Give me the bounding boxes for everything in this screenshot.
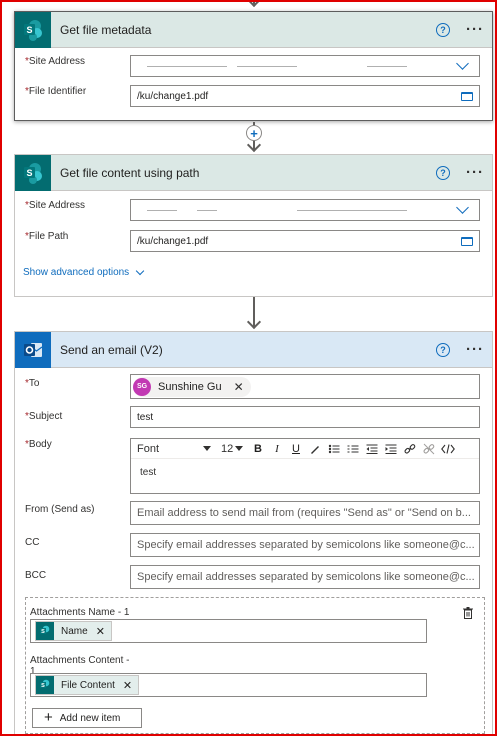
unlink-icon[interactable] xyxy=(421,443,437,455)
cc-label: CC xyxy=(25,537,40,548)
italic-icon[interactable]: I xyxy=(269,443,285,455)
svg-text:S: S xyxy=(41,683,45,689)
site-address-value xyxy=(137,200,458,220)
numbered-list-icon[interactable] xyxy=(345,443,361,455)
more-options-icon[interactable]: ··· xyxy=(466,342,484,357)
insert-step-button[interactable]: + xyxy=(246,125,262,141)
decrease-indent-icon[interactable] xyxy=(364,443,380,455)
site-address-dropdown[interactable] xyxy=(130,199,480,221)
code-view-icon[interactable] xyxy=(440,443,456,455)
help-icon[interactable]: ? xyxy=(436,342,450,357)
caret-down-icon xyxy=(235,446,243,451)
token-label: Name xyxy=(61,625,88,637)
file-path-value: /ku/change1.pdf xyxy=(137,235,209,247)
svg-text:S: S xyxy=(41,629,45,635)
arrow-down-icon xyxy=(246,314,262,330)
subject-input[interactable]: test xyxy=(130,406,480,428)
from-input[interactable]: Email address to send mail from (require… xyxy=(130,501,480,525)
to-input[interactable]: SG Sunshine Gu ✕ xyxy=(130,374,480,399)
help-icon[interactable]: ? xyxy=(436,22,450,37)
file-identifier-label: *File Identifier xyxy=(25,86,87,97)
remove-token-icon[interactable]: ✕ xyxy=(96,625,105,638)
from-label: From (Send as) xyxy=(25,504,95,515)
folder-icon[interactable] xyxy=(461,91,473,101)
remove-token-icon[interactable]: ✕ xyxy=(123,679,132,692)
sharepoint-icon: S xyxy=(36,622,54,640)
cc-input[interactable]: Specify email addresses separated by sem… xyxy=(130,533,480,557)
more-options-icon[interactable]: ··· xyxy=(466,165,484,180)
file-identifier-value: /ku/change1.pdf xyxy=(137,90,209,102)
card-header[interactable]: S Get file content using path ? ··· xyxy=(15,154,492,191)
arrow-down-icon xyxy=(246,0,262,8)
action-card-get-file-metadata[interactable]: S Get file metadata ? ··· *Site Address … xyxy=(14,11,493,121)
folder-icon[interactable] xyxy=(461,236,473,246)
link-icon[interactable] xyxy=(402,443,418,455)
attachments-content-input[interactable]: S File Content ✕ xyxy=(30,673,427,697)
chevron-down-icon xyxy=(135,266,145,275)
chevron-down-icon[interactable] xyxy=(456,57,469,70)
token-label: File Content xyxy=(61,679,115,691)
more-options-icon[interactable]: ··· xyxy=(466,22,484,37)
caret-down-icon xyxy=(203,446,211,451)
increase-indent-icon[interactable] xyxy=(383,443,399,455)
font-family-select[interactable]: Font xyxy=(137,443,215,455)
from-placeholder: Email address to send mail from (require… xyxy=(137,507,471,519)
outlook-icon xyxy=(15,331,51,368)
card-title[interactable]: Get file metadata xyxy=(60,23,436,37)
body-content[interactable]: test xyxy=(131,459,479,478)
site-address-label: *Site Address xyxy=(25,200,86,211)
show-advanced-options-link[interactable]: Show advanced options xyxy=(23,266,145,278)
attachments-group: Attachments Name - 1 S Name ✕ Attachment… xyxy=(25,597,485,734)
file-identifier-input[interactable]: /ku/change1.pdf xyxy=(130,85,480,107)
body-editor[interactable]: Font 12 B I U test xyxy=(130,438,480,494)
bcc-label: BCC xyxy=(25,570,47,581)
action-card-send-email[interactable]: Send an email (V2) ? ··· *To SG Sunshine… xyxy=(14,331,493,736)
font-size-select[interactable]: 12 xyxy=(221,443,247,455)
sharepoint-icon: S xyxy=(15,154,51,191)
attachments-name-label: Attachments Name - 1 xyxy=(30,607,130,618)
remove-recipient-icon[interactable]: ✕ xyxy=(234,380,244,394)
avatar: SG xyxy=(133,377,151,396)
site-address-value xyxy=(137,56,458,76)
site-address-dropdown[interactable] xyxy=(130,55,480,77)
trash-icon[interactable] xyxy=(463,607,473,619)
subject-label: *Subject xyxy=(25,411,63,422)
svg-text:S: S xyxy=(26,25,32,35)
attachments-name-input[interactable]: S Name ✕ xyxy=(30,619,427,643)
cc-placeholder: Specify email addresses separated by sem… xyxy=(137,539,475,551)
file-path-input[interactable]: /ku/change1.pdf xyxy=(130,230,480,252)
chevron-down-icon[interactable] xyxy=(456,201,469,214)
dynamic-content-token[interactable]: S File Content ✕ xyxy=(35,675,140,695)
bulleted-list-icon[interactable] xyxy=(326,443,342,455)
add-new-item-button[interactable]: + Add new item xyxy=(32,708,142,728)
svg-text:S: S xyxy=(26,168,32,178)
card-header[interactable]: Send an email (V2) ? ··· xyxy=(15,331,492,368)
bcc-placeholder: Specify email addresses separated by sem… xyxy=(137,571,475,583)
card-header[interactable]: S Get file metadata ? ··· xyxy=(15,11,492,48)
dynamic-content-token[interactable]: S Name ✕ xyxy=(35,621,112,641)
card-title[interactable]: Send an email (V2) xyxy=(60,343,436,357)
bold-icon[interactable]: B xyxy=(250,443,266,455)
sharepoint-icon: S xyxy=(36,676,54,694)
rich-text-toolbar: Font 12 B I U xyxy=(131,439,479,459)
sharepoint-icon: S xyxy=(15,11,51,48)
body-label: *Body xyxy=(25,439,52,450)
file-path-label: *File Path xyxy=(25,231,69,242)
site-address-label: *Site Address xyxy=(25,56,86,67)
to-label: *To xyxy=(25,378,40,389)
underline-icon[interactable]: U xyxy=(288,443,304,455)
card-title[interactable]: Get file content using path xyxy=(60,166,436,180)
action-card-get-file-content[interactable]: S Get file content using path ? ··· *Sit… xyxy=(14,154,493,297)
add-icon: + xyxy=(44,709,53,726)
subject-value: test xyxy=(137,411,154,423)
help-icon[interactable]: ? xyxy=(436,165,450,180)
bcc-input[interactable]: Specify email addresses separated by sem… xyxy=(130,565,480,589)
recipient-chip[interactable]: SG Sunshine Gu ✕ xyxy=(133,376,251,397)
highlight-icon[interactable] xyxy=(307,443,323,455)
recipient-name: Sunshine Gu xyxy=(158,380,222,393)
